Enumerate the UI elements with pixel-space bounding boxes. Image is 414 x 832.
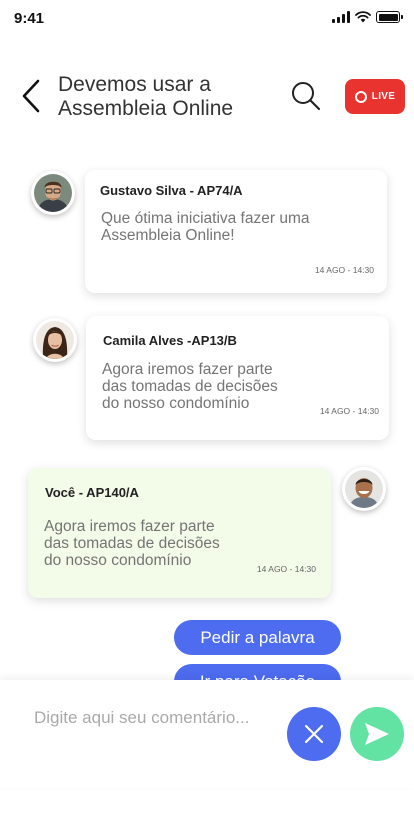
message-bubble: Camila Alves -AP13/B Agora iremos fazer … xyxy=(86,316,389,440)
search-icon xyxy=(292,82,321,111)
page-title: Devemos usar a Assembleia Online xyxy=(58,73,234,120)
woman-avatar-icon xyxy=(36,321,74,359)
back-button[interactable] xyxy=(16,76,46,116)
message-text: Que ótima iniciativa fazer uma Assemblei… xyxy=(101,210,310,244)
man-glasses-avatar-icon xyxy=(34,174,72,212)
my-avatar[interactable] xyxy=(342,467,386,511)
comment-input[interactable] xyxy=(34,707,264,757)
live-button[interactable]: LIVE xyxy=(345,79,405,114)
message-text: Agora iremos fazer parte das tomadas de … xyxy=(102,361,278,412)
message-author: Gustavo Silva - AP74/A xyxy=(100,183,243,198)
status-bar: 9:41 xyxy=(0,0,414,40)
comment-composer xyxy=(0,680,414,788)
close-icon xyxy=(304,724,324,744)
message-author: Você - AP140/A xyxy=(45,485,139,500)
message-text: Agora iremos fazer parte das tomadas de … xyxy=(44,518,220,569)
send-button[interactable] xyxy=(350,707,404,761)
battery-icon xyxy=(376,11,403,23)
search-button[interactable] xyxy=(288,78,324,114)
man-smiling-avatar-icon xyxy=(345,470,383,508)
message-author: Camila Alves -AP13/B xyxy=(103,333,237,348)
live-record-icon xyxy=(354,90,367,103)
message-bubble: Gustavo Silva - AP74/A Que ótima iniciat… xyxy=(85,170,387,293)
message-time: 14 AGO - 14:30 xyxy=(319,406,379,416)
send-icon xyxy=(365,723,389,745)
avatar[interactable] xyxy=(33,318,77,362)
live-label: LIVE xyxy=(371,91,396,102)
chat-header: Devemos usar a Assembleia Online LIVE xyxy=(0,60,414,140)
chevron-left-icon xyxy=(22,79,40,113)
status-icons xyxy=(332,11,403,23)
status-time: 9:41 xyxy=(14,10,45,27)
my-message-bubble: Você - AP140/A Agora iremos fazer parte … xyxy=(28,468,331,598)
message-time: 14 AGO - 14:30 xyxy=(256,564,316,574)
request-floor-button[interactable]: Pedir a palavra xyxy=(174,620,341,655)
message-time: 14 AGO - 14:30 xyxy=(314,265,374,275)
close-actions-button[interactable] xyxy=(287,707,341,761)
cellular-signal-icon xyxy=(332,11,350,23)
wifi-icon xyxy=(355,11,371,23)
avatar[interactable] xyxy=(31,171,75,215)
